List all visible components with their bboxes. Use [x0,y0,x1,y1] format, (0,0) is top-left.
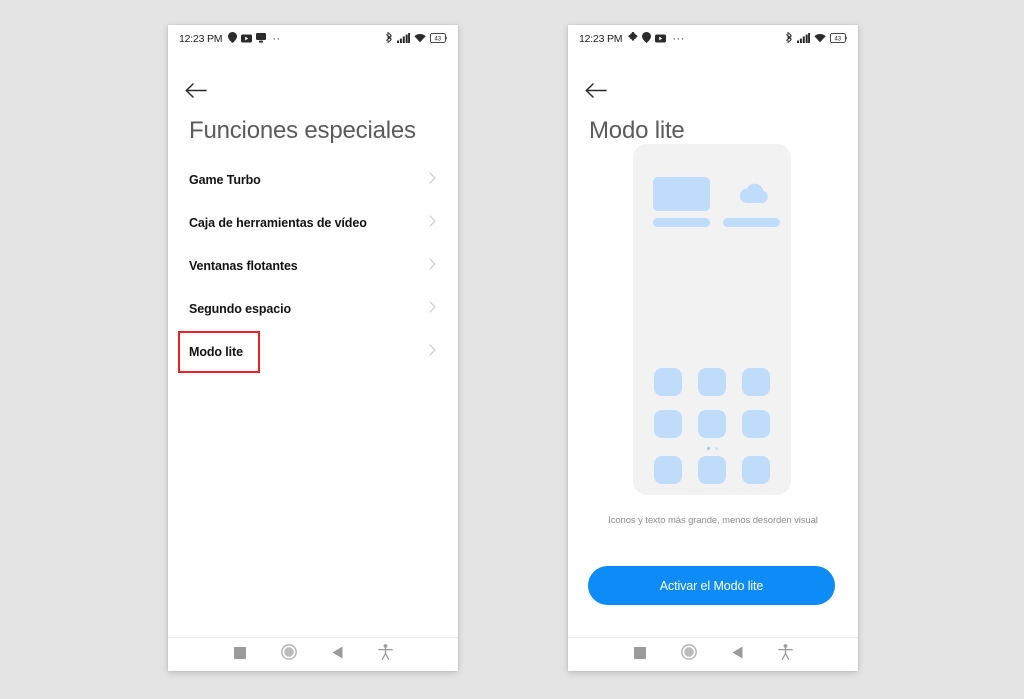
back-arrow-icon [585,83,607,103]
chevron-right-icon [429,171,436,189]
app-icon [654,368,682,396]
status-bar-left-group: 12:23 PM ··· [579,30,685,48]
list-item-label: Ventanas flotantes [189,258,298,273]
list-item-ventanas-flotantes[interactable]: Ventanas flotantes [168,244,458,287]
cellular-signal-icon [797,30,810,48]
navigation-bar-left [168,637,458,671]
app-icon-grid-top [633,368,791,438]
status-bar-overflow-right: ··· [672,33,685,45]
cellular-signal-icon [397,30,410,48]
chevron-right-icon [429,300,436,318]
back-button-right[interactable] [585,77,619,109]
chevron-right-icon [429,257,436,275]
location-pin-icon [642,30,652,48]
back-arrow-icon [185,83,207,103]
app-icon [742,456,770,484]
app-icon [742,410,770,438]
app-icon [698,410,726,438]
bluetooth-icon [386,30,393,48]
widget-card-shape [653,177,710,211]
recents-square-icon[interactable] [233,646,246,664]
app-icon [654,410,682,438]
lite-mode-illustration [633,144,791,495]
home-page-indicator [633,447,791,450]
list-item-caja-de-herramientas-de-video[interactable]: Caja de herramientas de vídeo [168,201,458,244]
recents-square-icon[interactable] [633,646,646,664]
video-player-icon [655,30,667,48]
navigation-bar-right [568,637,858,671]
cast-monitor-icon [256,30,267,48]
status-bar-left-group: 12:23 PM ·· [179,30,281,48]
svg-text:43: 43 [834,36,841,42]
back-button-left[interactable] [185,77,219,109]
status-bar-right-group: 43 [386,30,448,48]
page-dot-inactive [714,447,718,450]
status-bar-overflow-left: ·· [272,33,281,45]
back-triangle-icon[interactable] [732,646,743,664]
app-icon [742,368,770,396]
widget-bar-shape-right [723,218,780,227]
location-pin-icon [228,30,238,48]
wifi-icon [414,30,426,48]
list-item-label: Segundo espacio [189,301,291,316]
back-triangle-icon[interactable] [332,646,343,664]
app-icon-grid-bottom [633,456,791,484]
cloud-icon [736,181,772,205]
app-icon [698,456,726,484]
accessibility-icon[interactable] [377,644,393,665]
page-dot-active [706,447,710,450]
lite-mode-caption: Iconos y texto más grande, menos desorde… [608,515,818,526]
bluetooth-icon [786,30,793,48]
widget-bar-shape-left [653,218,710,227]
phone-screenshot-right: 12:23 PM ··· 43 Modo lite Iconos y texto… [568,25,858,671]
accessibility-icon[interactable] [777,644,793,665]
activate-lite-mode-button[interactable]: Activar el Modo lite [588,566,835,605]
battery-icon: 43 [829,30,848,48]
wifi-icon [814,30,826,48]
list-item-game-turbo[interactable]: Game Turbo [168,158,458,201]
app-icon [654,456,682,484]
list-item-label: Caja de herramientas de vídeo [189,215,367,230]
battery-icon: 43 [429,30,448,48]
chevron-right-icon [429,343,436,361]
page-title-right: Modo lite [589,117,685,144]
status-bar: 12:23 PM ·· 43 [168,25,458,53]
status-bar-right-group: 43 [786,30,848,48]
svg-text:43: 43 [434,36,441,42]
special-features-list: Game Turbo Caja de herramientas de vídeo… [168,158,458,373]
chevron-right-icon [429,214,436,232]
status-bar: 12:23 PM ··· 43 [568,25,858,53]
page-title-left: Funciones especiales [189,117,416,144]
status-bar-time: 12:23 PM [179,33,223,45]
puzzle-icon [628,30,638,48]
list-item-label: Game Turbo [189,172,261,187]
home-circle-icon[interactable] [280,644,297,665]
home-circle-icon[interactable] [680,644,697,665]
list-item-modo-lite[interactable]: Modo lite [168,330,458,373]
app-icon [698,368,726,396]
list-item-label: Modo lite [189,344,243,359]
list-item-segundo-espacio[interactable]: Segundo espacio [168,287,458,330]
phone-screenshot-left: 12:23 PM ·· 43 Funciones especiales Game… [168,25,458,671]
status-bar-time: 12:23 PM [579,33,623,45]
video-player-icon [241,30,253,48]
